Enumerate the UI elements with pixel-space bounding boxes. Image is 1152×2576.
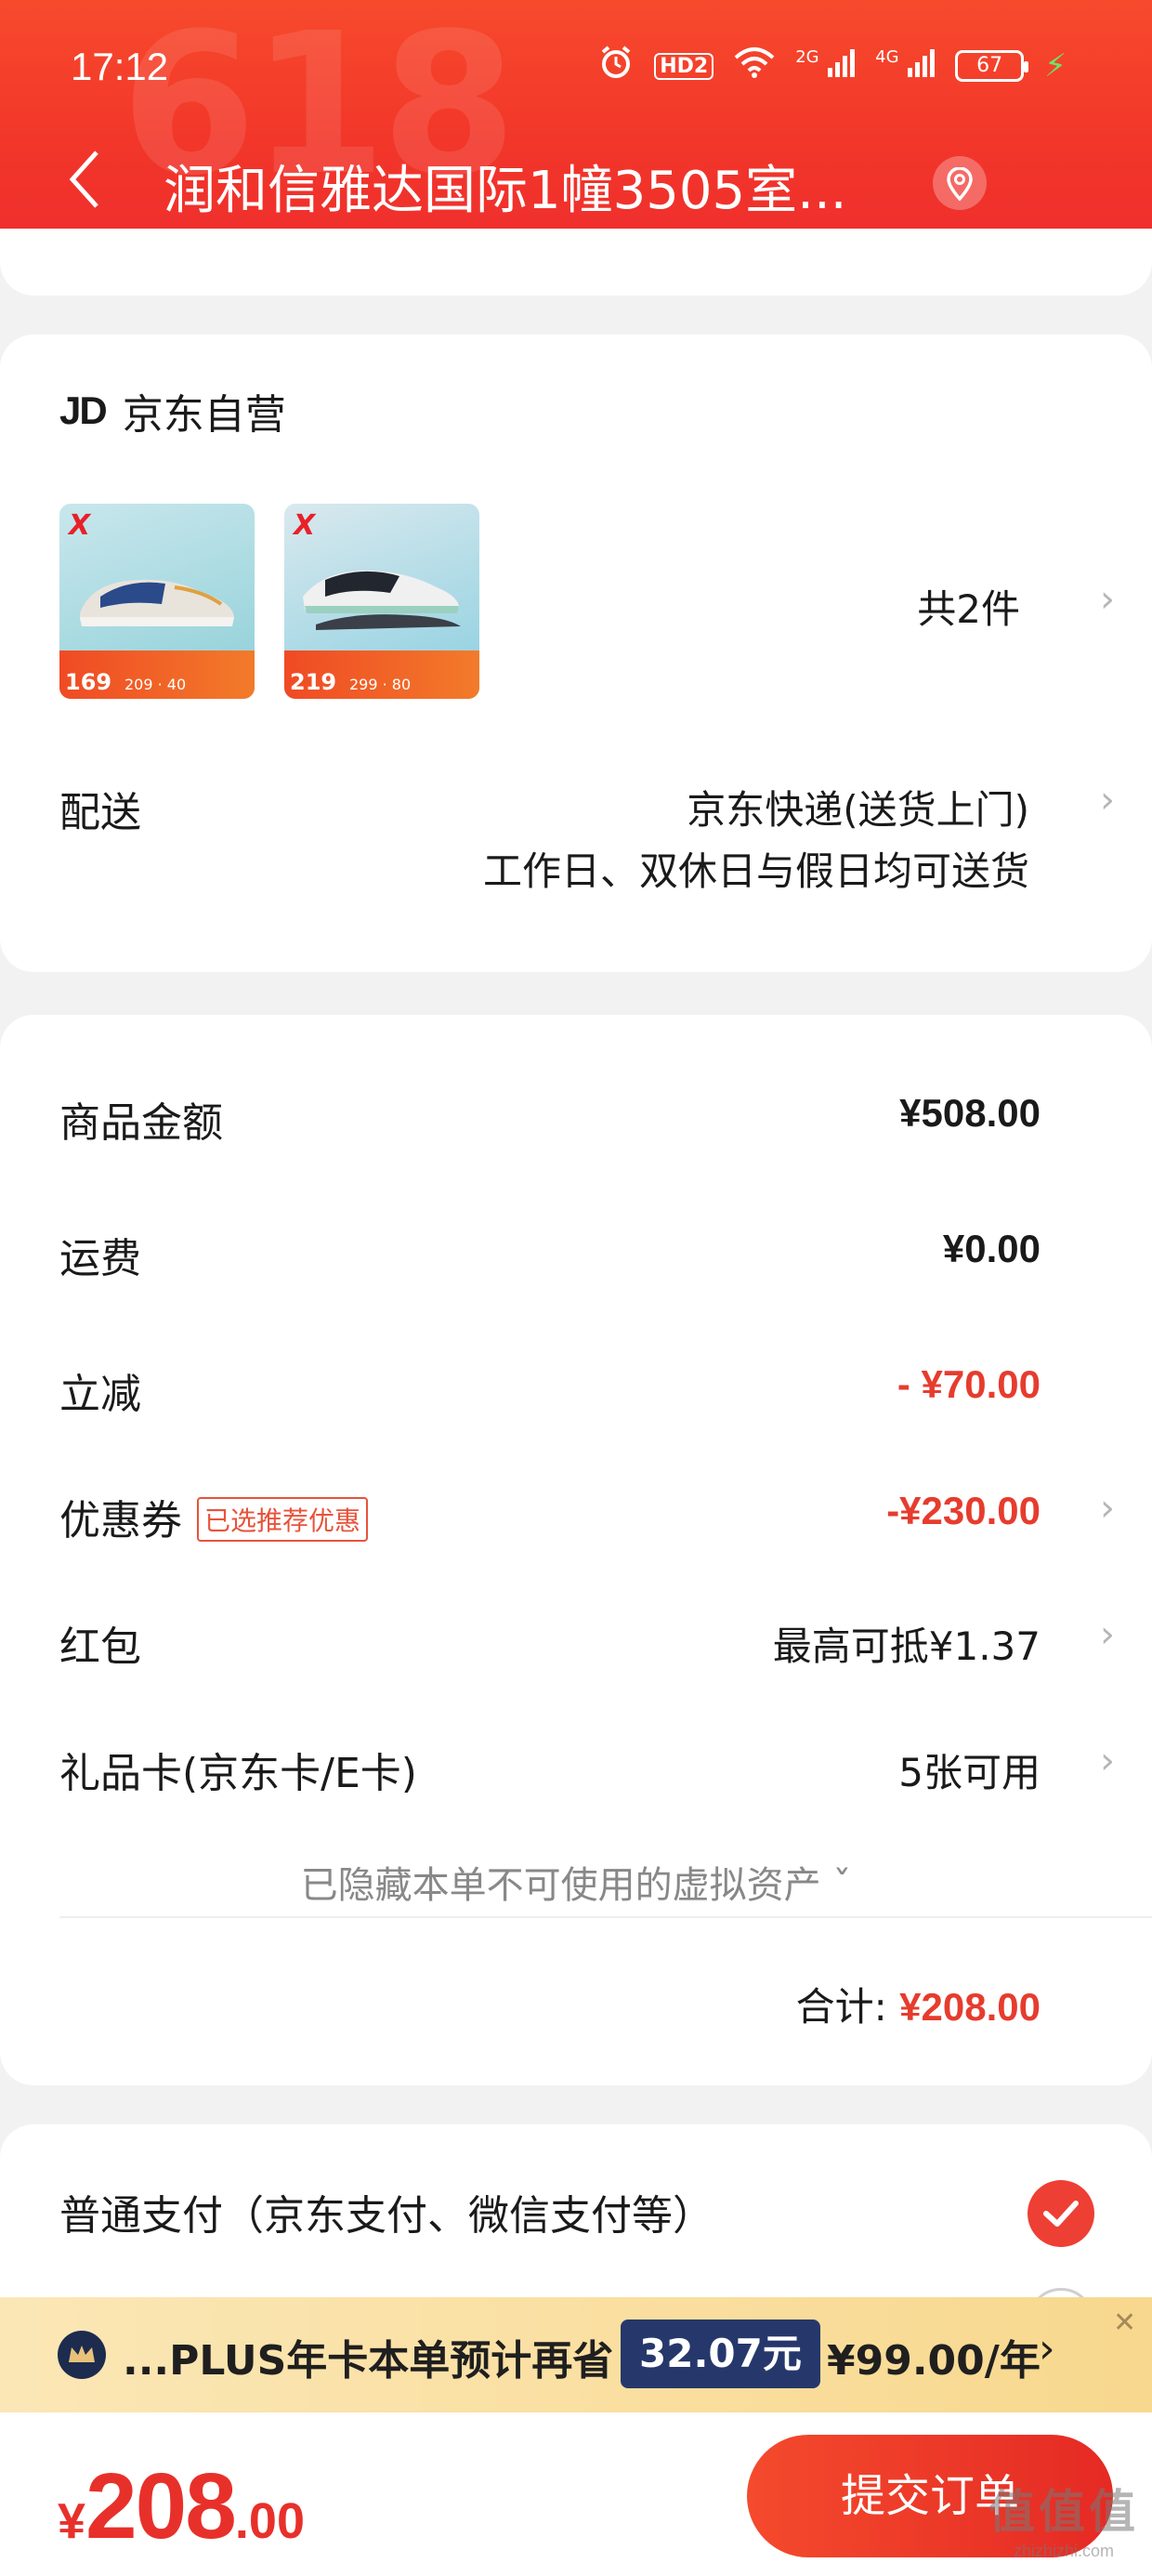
location-pin-icon[interactable] — [933, 156, 987, 210]
instant-discount-label: 立减 — [59, 1371, 141, 1418]
gift-card-label: 礼品卡(京东卡/E卡) — [59, 1750, 417, 1797]
instant-discount-value: - ¥70.00 — [897, 1362, 1041, 1406]
check-icon[interactable] — [1028, 2180, 1094, 2247]
amount-decimal: .00 — [234, 2493, 305, 2549]
sneaker-image — [303, 570, 461, 630]
signal-2g-icon: 2G — [795, 47, 856, 85]
item-count[interactable]: 共2件 — [917, 578, 1020, 635]
coupon-row[interactable]: 优惠券 已选推荐优惠 — [59, 1487, 369, 1546]
shipping-value: ¥0.00 — [942, 1227, 1041, 1270]
divider — [59, 1916, 1152, 1918]
delivery-address[interactable]: 润和信雅达国际1幢3505室... — [164, 149, 897, 224]
bottom-action-bar: ¥208.00 提交订单 值值值 zhizhizhi.com — [0, 2412, 1152, 2576]
delivery-label: 配送 — [59, 789, 141, 836]
plus-promo-text: ...PLUS年卡本单预计再省 — [123, 2337, 614, 2385]
delivery-schedule: 工作日、双休日与假日均可送货 — [482, 848, 1029, 894]
chevron-right-icon[interactable]: › — [1100, 779, 1115, 821]
signal-4g-label: 4G — [875, 47, 899, 67]
total-label: 合计: — [795, 1984, 887, 2030]
sneaker-image — [80, 579, 234, 626]
nav-bar: 润和信雅达国际1幢3505室... — [0, 130, 1152, 232]
status-bar: 17:12 HD2 2G 4G 67 ⚡ — [0, 37, 1152, 102]
gift-card-value[interactable]: 5张可用 — [898, 1741, 1041, 1798]
hidden-assets-toggle[interactable]: 已隐藏本单不可使用的虚拟资产 ˇ — [0, 1855, 1152, 1909]
close-icon[interactable]: ✕ — [1113, 2307, 1136, 2339]
header: 618 17:12 HD2 2G 4G 67 ⚡ 润和信雅达国际1幢3505室.… — [0, 0, 1152, 262]
chevron-right-icon[interactable]: › — [1100, 1613, 1115, 1656]
chevron-right-icon[interactable]: › — [1100, 1487, 1115, 1530]
xtep-brand-logo: X — [294, 509, 316, 542]
price-card: 商品金额 ¥508.00 运费 ¥0.00 立减 - ¥70.00 优惠券 已选推… — [0, 1015, 1152, 2085]
chevron-right-icon[interactable]: › — [1100, 578, 1115, 621]
store-header: JD 京东自营 — [59, 381, 286, 440]
plus-crown-icon — [58, 2331, 106, 2379]
status-icons: HD2 2G 4G 67 ⚡ — [598, 45, 1067, 87]
product-price: 169 — [65, 669, 112, 695]
signal-2g-label: 2G — [795, 47, 819, 67]
red-packet-label: 红包 — [59, 1623, 141, 1671]
delivery-method[interactable]: 京东快递(送货上门) — [687, 779, 1029, 835]
charging-icon: ⚡ — [1044, 47, 1067, 85]
store-card: JD 京东自营 X 169 209 · 40 X 219 299 · 80 共2… — [0, 335, 1152, 972]
red-packet-value[interactable]: 最高可抵¥1.37 — [773, 1615, 1041, 1672]
battery-icon: 67 — [955, 50, 1029, 82]
plus-promo-banner[interactable]: ...PLUS年卡本单预计再省 32.07元 ¥99.00/年 › ✕ — [0, 2297, 1152, 2412]
coupon-recommended-badge: 已选推荐优惠 — [197, 1497, 369, 1542]
status-time: 17:12 — [71, 45, 169, 88]
product-thumbnail[interactable]: X 219 299 · 80 — [284, 504, 479, 699]
goods-amount-label: 商品金额 — [59, 1099, 223, 1147]
jd-logo: JD — [59, 388, 108, 432]
order-total: 合计: ¥208.00 — [796, 1976, 1041, 2032]
currency-symbol: ¥ — [58, 2493, 86, 2549]
chevron-right-icon[interactable]: › — [1039, 2325, 1055, 2372]
product-old-price: 209 · 40 — [124, 676, 187, 693]
payment-method-label[interactable]: 普通支付（京东支付、微信支付等） — [59, 2182, 713, 2241]
signal-4g-icon: 4G — [875, 47, 936, 85]
product-price: 219 — [290, 669, 337, 695]
watermark-url: zhizhizhi.com — [1013, 2542, 1115, 2560]
goods-amount-value: ¥508.00 — [899, 1091, 1041, 1135]
store-name: 京东自营 — [122, 391, 286, 439]
address-card-bottom — [0, 229, 1152, 296]
hd-voice-icon: HD2 — [654, 52, 714, 80]
plus-savings-badge: 32.07元 — [621, 2320, 820, 2388]
shipping-label: 运费 — [59, 1235, 141, 1282]
alarm-icon — [598, 45, 634, 87]
watermark-logo: 值值值 — [988, 2485, 1139, 2539]
xtep-brand-logo: X — [69, 509, 91, 542]
amount-integer: 208 — [85, 2454, 237, 2558]
watermark: 值值值 zhizhizhi.com — [988, 2475, 1139, 2561]
wifi-icon — [734, 46, 775, 85]
chevron-right-icon[interactable]: › — [1100, 1740, 1115, 1782]
coupon-label: 优惠券 — [59, 1497, 182, 1544]
plus-annual-price: ¥99.00/年 — [827, 2337, 1041, 2385]
product-thumbnail[interactable]: X 169 209 · 40 — [59, 504, 255, 699]
back-chevron-icon[interactable] — [65, 147, 121, 217]
payable-amount: ¥208.00 — [58, 2453, 305, 2560]
total-amount: ¥208.00 — [899, 1985, 1041, 2029]
coupon-value[interactable]: -¥230.00 — [886, 1489, 1041, 1533]
product-old-price: 299 · 80 — [349, 676, 412, 693]
